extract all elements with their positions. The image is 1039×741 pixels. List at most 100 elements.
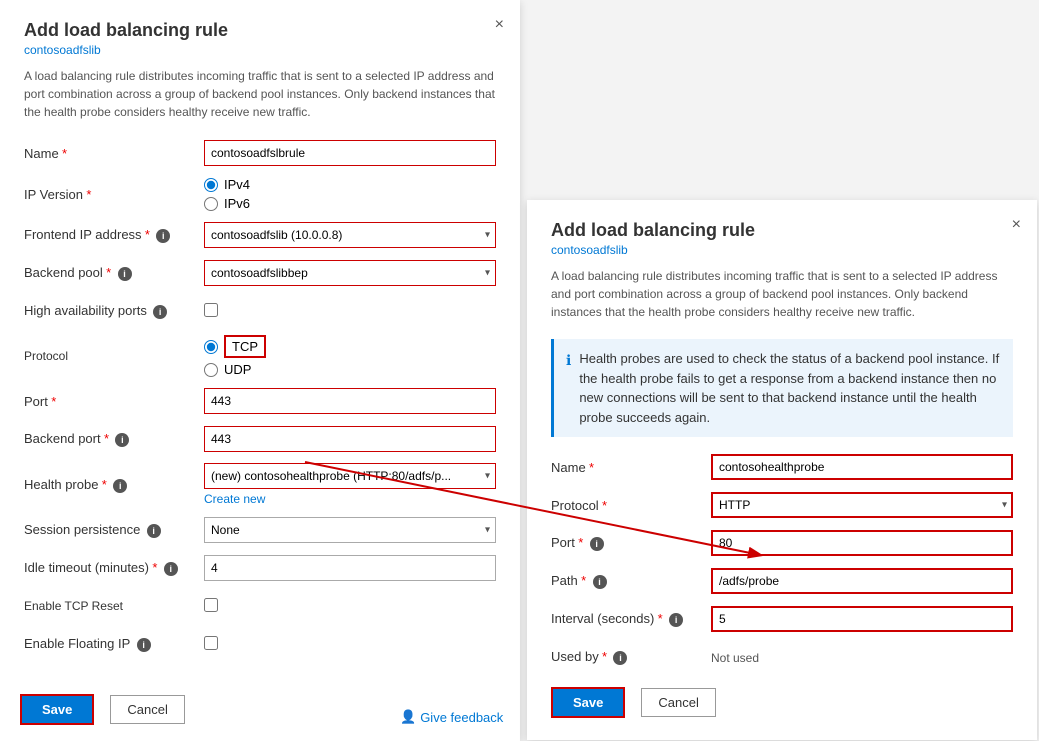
udp-row: UDP (204, 362, 496, 377)
right-used-by-info-icon[interactable]: i (613, 651, 627, 665)
close-button[interactable]: × (495, 16, 504, 34)
right-used-by-row: Used by * i Not used (551, 643, 1013, 671)
port-label: Port * (24, 394, 204, 409)
backend-pool-label: Backend pool * i (24, 265, 204, 281)
name-input[interactable] (204, 140, 496, 166)
floating-ip-info-icon[interactable]: i (137, 638, 151, 652)
backend-port-info-icon[interactable]: i (115, 433, 129, 447)
tcp-label: TCP (224, 335, 266, 358)
right-path-input[interactable] (711, 568, 1013, 594)
give-feedback-link[interactable]: 👤 Give feedback (400, 709, 503, 725)
left-panel: × Add load balancing rule contosoadfslib… (0, 0, 520, 741)
tcp-reset-control (204, 598, 496, 615)
info-box-icon: ℹ (566, 350, 571, 427)
high-avail-row: High availability ports i (24, 297, 496, 325)
right-name-control (711, 454, 1013, 480)
info-box: ℹ Health probes are used to check the st… (551, 339, 1013, 437)
frontend-ip-info-icon[interactable]: i (156, 229, 170, 243)
backend-pool-select-wrap: contosoadfslibbep ▾ (204, 260, 496, 286)
port-control (204, 388, 496, 414)
tcp-radio[interactable] (204, 340, 218, 354)
create-new-link[interactable]: Create new (204, 492, 496, 506)
right-close-button[interactable]: × (1012, 216, 1021, 234)
floating-ip-row: Enable Floating IP i (24, 630, 496, 658)
port-input[interactable] (204, 388, 496, 414)
session-persistence-select[interactable]: None (204, 517, 496, 543)
right-path-info-icon[interactable]: i (593, 575, 607, 589)
idle-timeout-info-icon[interactable]: i (164, 562, 178, 576)
right-panel-title: Add load balancing rule (551, 220, 1013, 241)
frontend-ip-row: Frontend IP address * i contosoadfslib (… (24, 221, 496, 249)
udp-label: UDP (224, 362, 251, 377)
right-used-by-label: Used by * i (551, 649, 711, 665)
health-probe-control: (new) contosohealthprobe (HTTP:80/adfs/p… (204, 463, 496, 506)
backend-pool-info-icon[interactable]: i (118, 267, 132, 281)
right-protocol-label: Protocol * (551, 498, 711, 513)
udp-radio[interactable] (204, 363, 218, 377)
right-port-input[interactable] (711, 530, 1013, 556)
right-path-label: Path * i (551, 573, 711, 589)
right-port-info-icon[interactable]: i (590, 537, 604, 551)
right-name-label: Name * (551, 460, 711, 475)
right-panel: × Add load balancing rule contosoadfslib… (527, 200, 1037, 740)
tcp-reset-row: Enable TCP Reset (24, 592, 496, 620)
right-interval-info-icon[interactable]: i (669, 613, 683, 627)
health-probe-info-icon[interactable]: i (113, 479, 127, 493)
frontend-ip-select-wrap: contosoadfslib (10.0.0.8) ▾ (204, 222, 496, 248)
right-protocol-row: Protocol * HTTP ▾ (551, 491, 1013, 519)
backend-port-control (204, 426, 496, 452)
ip-version-control: IPv4 IPv6 (204, 177, 496, 211)
floating-ip-control (204, 636, 496, 653)
frontend-ip-select[interactable]: contosoadfslib (10.0.0.8) (204, 222, 496, 248)
info-box-text: Health probes are used to check the stat… (579, 349, 1001, 427)
session-persistence-select-wrap: None ▾ (204, 517, 496, 543)
right-interval-control (711, 606, 1013, 632)
left-panel-title: Add load balancing rule (24, 20, 496, 41)
right-protocol-select-wrap: HTTP ▾ (711, 492, 1013, 518)
floating-ip-label: Enable Floating IP i (24, 636, 204, 652)
health-probe-row: Health probe * i (new) contosohealthprob… (24, 463, 496, 506)
health-probe-label: Health probe * i (24, 477, 204, 493)
left-panel-description: A load balancing rule distributes incomi… (24, 67, 496, 121)
left-cancel-button[interactable]: Cancel (110, 695, 184, 724)
feedback-icon: 👤 (400, 709, 416, 725)
idle-timeout-label: Idle timeout (minutes) * i (24, 560, 204, 576)
right-name-input[interactable] (711, 454, 1013, 480)
ipv4-row: IPv4 (204, 177, 496, 192)
right-interval-input[interactable] (711, 606, 1013, 632)
frontend-ip-label: Frontend IP address * i (24, 227, 204, 243)
idle-timeout-input[interactable] (204, 555, 496, 581)
health-probe-select-wrap: (new) contosohealthprobe (HTTP:80/adfs/p… (204, 463, 496, 489)
right-protocol-select[interactable]: HTTP (711, 492, 1013, 518)
floating-ip-checkbox[interactable] (204, 636, 218, 650)
port-row: Port * (24, 387, 496, 415)
health-probe-select[interactable]: (new) contosohealthprobe (HTTP:80/adfs/p… (204, 463, 496, 489)
right-protocol-control: HTTP ▾ (711, 492, 1013, 518)
session-persistence-info-icon[interactable]: i (147, 524, 161, 538)
ipv6-radio[interactable] (204, 197, 218, 211)
left-save-button[interactable]: Save (20, 694, 94, 725)
right-interval-row: Interval (seconds) * i (551, 605, 1013, 633)
high-avail-info-icon[interactable]: i (153, 305, 167, 319)
right-port-row: Port * i (551, 529, 1013, 557)
backend-pool-select[interactable]: contosoadfslibbep (204, 260, 496, 286)
backend-port-row: Backend port * i (24, 425, 496, 453)
ipv6-label: IPv6 (224, 196, 250, 211)
backend-port-input[interactable] (204, 426, 496, 452)
right-path-row: Path * i (551, 567, 1013, 595)
high-avail-checkbox[interactable] (204, 303, 218, 317)
right-path-control (711, 568, 1013, 594)
high-avail-control (204, 303, 496, 320)
protocol-label: Protocol (24, 349, 204, 363)
ipv4-label: IPv4 (224, 177, 250, 192)
right-interval-label: Interval (seconds) * i (551, 611, 711, 627)
right-port-control (711, 530, 1013, 556)
tcp-reset-label: Enable TCP Reset (24, 599, 204, 613)
right-used-by-control: Not used (711, 650, 1013, 665)
backend-pool-control: contosoadfslibbep ▾ (204, 260, 496, 286)
session-persistence-label: Session persistence i (24, 522, 204, 538)
right-save-button[interactable]: Save (551, 687, 625, 718)
ipv4-radio[interactable] (204, 178, 218, 192)
tcp-reset-checkbox[interactable] (204, 598, 218, 612)
right-cancel-button[interactable]: Cancel (641, 688, 715, 717)
